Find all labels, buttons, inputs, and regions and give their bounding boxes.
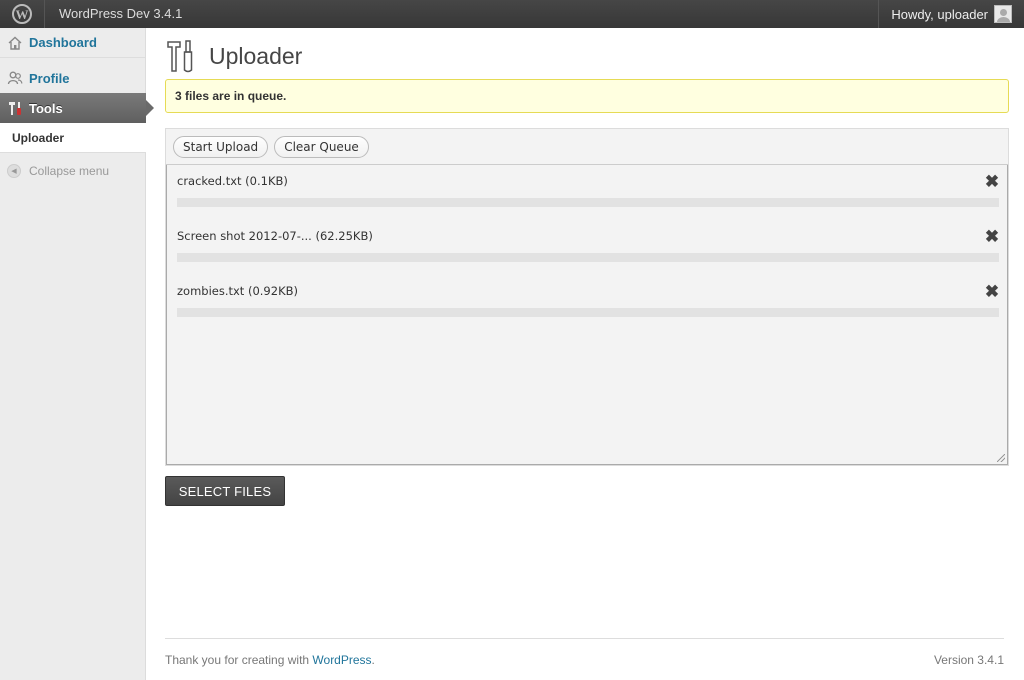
sidebar-item-label: Profile (29, 70, 70, 86)
remove-file-close-icon[interactable]: ✖ (984, 283, 1000, 300)
file-name: Screen shot 2012-07-... (62.25KB) (177, 229, 373, 243)
queue-notice: 3 files are in queue. (165, 79, 1009, 113)
file-progress-bar (177, 308, 999, 317)
wordpress-logo-icon[interactable]: W (0, 0, 45, 28)
tools-page-icon (165, 38, 197, 74)
sidebar-item-profile[interactable]: Profile (0, 63, 145, 93)
admin-footer: Thank you for creating with WordPress. V… (165, 638, 1004, 680)
file-queue-list: cracked.txt (0.1KB) ✖ Screen shot 2012-0… (166, 165, 1008, 465)
sidebar-item-dashboard[interactable]: Dashboard (0, 28, 145, 58)
remove-file-close-icon[interactable]: ✖ (984, 173, 1000, 190)
admin-sidebar: Dashboard Profile Tools Uploader ◀ Colla… (0, 28, 154, 680)
wordpress-logo-glyph: W (12, 4, 32, 24)
page-title: Uploader (209, 42, 303, 69)
admin-bar: W WordPress Dev 3.4.1 Howdy, uploader (0, 0, 1024, 28)
footer-version: Version 3.4.1 (933, 653, 1004, 667)
remove-file-close-icon[interactable]: ✖ (984, 228, 1000, 245)
clear-queue-button[interactable]: Clear Queue (274, 135, 369, 158)
howdy-label: Howdy, uploader (891, 6, 988, 22)
file-name: cracked.txt (0.1KB) (177, 174, 288, 188)
file-name: zombies.txt (0.92KB) (177, 284, 298, 298)
account-menu[interactable]: Howdy, uploader (878, 0, 1024, 28)
collapse-label: Collapse menu (29, 164, 110, 178)
uploader-panel: Start Upload Clear Queue cracked.txt (0.… (165, 128, 1009, 466)
collapse-menu-button[interactable]: ◀ Collapse menu (0, 160, 109, 182)
select-files-button[interactable]: SELECT FILES (165, 476, 285, 506)
file-progress-bar (177, 198, 999, 207)
collapse-arrow-icon: ◀ (7, 164, 21, 178)
wordpress-link[interactable]: WordPress (312, 653, 371, 667)
file-progress-bar (177, 253, 999, 262)
home-icon (7, 35, 23, 51)
footer-thanks-prefix: Thank you for creating with (165, 653, 313, 667)
file-queue-item: zombies.txt (0.92KB) ✖ (177, 275, 1000, 317)
file-queue-item: cracked.txt (0.1KB) ✖ (177, 165, 1000, 207)
sidebar-item-label: Tools (29, 100, 63, 116)
site-name-link[interactable]: WordPress Dev 3.4.1 (59, 0, 182, 28)
avatar (994, 5, 1012, 23)
footer-thanks: Thank you for creating with WordPress. (165, 653, 375, 667)
start-upload-button[interactable]: Start Upload (173, 135, 269, 158)
sidebar-item-label: Dashboard (29, 35, 97, 50)
footer-thanks-suffix: . (371, 653, 375, 667)
tools-submenu: Uploader (0, 123, 146, 153)
users-icon (7, 70, 23, 86)
submenu-item-uploader[interactable]: Uploader (0, 123, 146, 153)
resize-handle[interactable] (997, 454, 1005, 462)
sidebar-item-tools[interactable]: Tools (0, 93, 154, 123)
tools-icon (7, 100, 23, 116)
page-header: Uploader (165, 36, 302, 76)
file-queue-item: Screen shot 2012-07-... (62.25KB) ✖ (177, 220, 1000, 262)
uploader-toolbar: Start Upload Clear Queue (166, 129, 1008, 165)
